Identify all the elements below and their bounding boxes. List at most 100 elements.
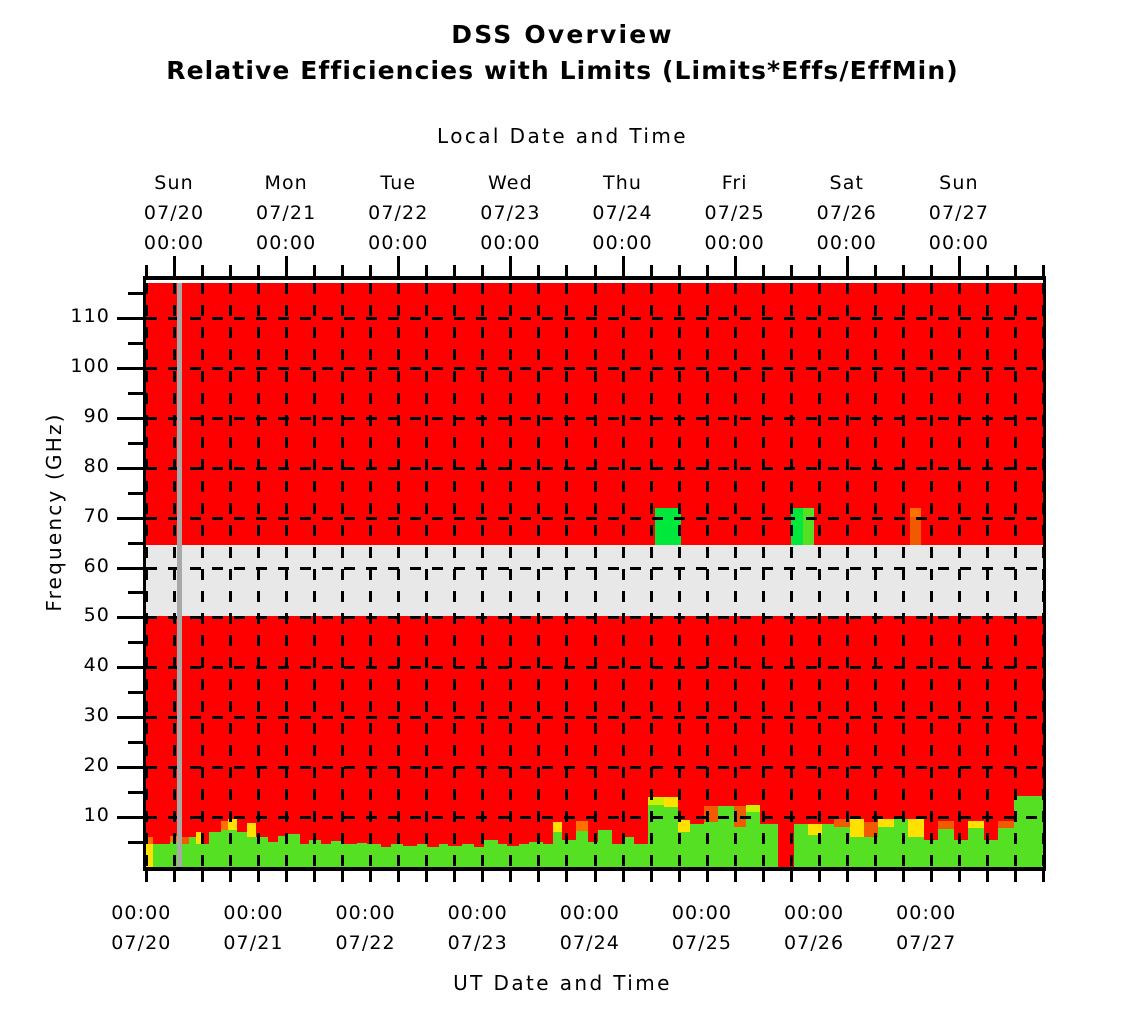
heatmap-plot-area[interactable] xyxy=(146,283,1043,867)
vertical-gridline xyxy=(705,283,709,867)
y-tick-label: 80 xyxy=(83,454,110,477)
bottom-tick-time: 00:00 xyxy=(111,902,172,924)
bottom-tick-time: 00:00 xyxy=(896,902,957,924)
vertical-gridline xyxy=(845,283,849,867)
bottom-tick-label: 00:00 07/27 xyxy=(866,898,986,958)
bottom-tick-label: 00:00 07/22 xyxy=(306,898,426,958)
bottom-minor-tick xyxy=(313,870,317,882)
top-major-tick xyxy=(621,256,625,277)
bottom-tick-time: 00:00 xyxy=(335,902,396,924)
top-tick-label: Tue 07/22 00:00 xyxy=(338,168,458,258)
bottom-axis-title: UT Date and Time xyxy=(453,971,672,995)
vertical-gridline xyxy=(509,283,513,867)
y-tick-label: 60 xyxy=(83,554,110,577)
heatmap-cell xyxy=(908,819,924,838)
y-tick-label: 90 xyxy=(83,404,110,427)
bottom-minor-tick xyxy=(649,870,653,882)
y-minor-tick xyxy=(128,341,143,345)
top-major-tick xyxy=(285,256,289,277)
bottom-minor-tick xyxy=(873,870,877,882)
y-major-tick xyxy=(117,466,143,470)
heatmap-cell xyxy=(221,830,228,867)
heatmap-cell xyxy=(664,797,678,808)
y-minor-tick xyxy=(128,841,143,845)
top-tick-label: Wed 07/23 00:00 xyxy=(450,168,570,258)
top-tick-weekday: Tue xyxy=(380,172,417,194)
heatmap-cell xyxy=(553,832,562,867)
bottom-tick-time: 00:00 xyxy=(447,902,508,924)
y-major-tick xyxy=(117,366,143,370)
heatmap-cell xyxy=(954,840,968,867)
bottom-minor-tick xyxy=(957,870,961,882)
top-tick-time: 00:00 xyxy=(816,232,877,254)
heatmap-cell xyxy=(598,830,612,867)
heatmap-cell xyxy=(153,844,160,867)
vertical-gridline xyxy=(146,283,148,867)
top-axis-title: Local Date and Time xyxy=(437,124,688,148)
top-tick-time: 00:00 xyxy=(256,232,317,254)
vertical-gridline xyxy=(369,283,373,867)
y-tick-label: 100 xyxy=(70,354,110,377)
heatmap-cell xyxy=(822,824,834,867)
top-tick-date: 07/24 xyxy=(592,202,653,224)
top-tick-weekday: Mon xyxy=(264,172,308,194)
y-minor-tick xyxy=(128,791,143,795)
heatmap-cell xyxy=(153,837,163,845)
vertical-gridline xyxy=(649,283,653,867)
bottom-minor-tick xyxy=(705,870,709,882)
upper-band-block xyxy=(802,508,815,545)
heatmap-cell xyxy=(209,832,221,867)
top-tick-weekday: Wed xyxy=(488,172,533,194)
plot-border-bottom xyxy=(146,867,1044,871)
heatmap-cell xyxy=(288,834,300,867)
heatmap-cell xyxy=(998,828,1014,867)
vertical-gridline xyxy=(985,283,989,867)
y-major-tick xyxy=(117,416,143,420)
y-major-tick xyxy=(117,516,143,520)
vertical-gridline xyxy=(173,283,177,867)
top-tick-time: 00:00 xyxy=(928,232,990,254)
top-tick-weekday: Sun xyxy=(939,172,979,194)
bottom-tick-date: 07/21 xyxy=(223,932,284,954)
heatmap-cell xyxy=(746,805,760,813)
y-minor-tick xyxy=(128,541,143,545)
y-major-tick xyxy=(117,316,143,320)
y-minor-tick xyxy=(128,441,143,445)
vertical-gridline xyxy=(873,283,877,867)
heatmap-cell xyxy=(553,822,562,833)
vertical-gridline xyxy=(285,283,289,867)
top-tick-label: Fri 07/25 00:00 xyxy=(675,168,795,258)
bottom-minor-tick xyxy=(901,870,905,882)
y-minor-tick xyxy=(128,741,143,745)
top-tick-date: 07/26 xyxy=(816,202,877,224)
y-tick-label: 40 xyxy=(83,654,110,677)
y-minor-tick xyxy=(128,641,143,645)
vertical-gridline xyxy=(901,283,905,867)
bottom-tick-time: 00:00 xyxy=(783,902,845,924)
heatmap-cell xyxy=(562,840,576,867)
y-minor-tick xyxy=(128,291,143,295)
heatmap-cell xyxy=(794,824,808,867)
plot-border-top xyxy=(146,276,1044,280)
bottom-minor-tick xyxy=(341,870,345,882)
bottom-minor-tick xyxy=(845,870,849,882)
bottom-tick-date: 07/23 xyxy=(447,932,508,954)
y-tick-label: 110 xyxy=(70,304,110,327)
top-tick-date: 07/21 xyxy=(256,202,317,224)
y-major-tick xyxy=(117,566,143,570)
top-tick-time: 00:00 xyxy=(704,232,765,254)
y-major-tick xyxy=(117,616,143,620)
heatmap-cell xyxy=(938,821,954,830)
plot-border-right xyxy=(1043,276,1046,871)
bottom-tick-date: 07/22 xyxy=(335,932,396,954)
y-major-tick xyxy=(117,666,143,670)
vertical-gridline xyxy=(229,283,233,867)
heatmap-cell xyxy=(484,840,498,867)
bottom-minor-tick xyxy=(425,870,429,882)
top-tick-weekday: Sat xyxy=(829,172,865,194)
bottom-tick-label: 00:00 07/25 xyxy=(642,898,762,958)
bottom-minor-tick xyxy=(369,870,373,882)
vertical-gridline xyxy=(481,283,485,867)
heatmap-cell xyxy=(498,844,507,867)
bottom-minor-tick xyxy=(817,870,821,882)
